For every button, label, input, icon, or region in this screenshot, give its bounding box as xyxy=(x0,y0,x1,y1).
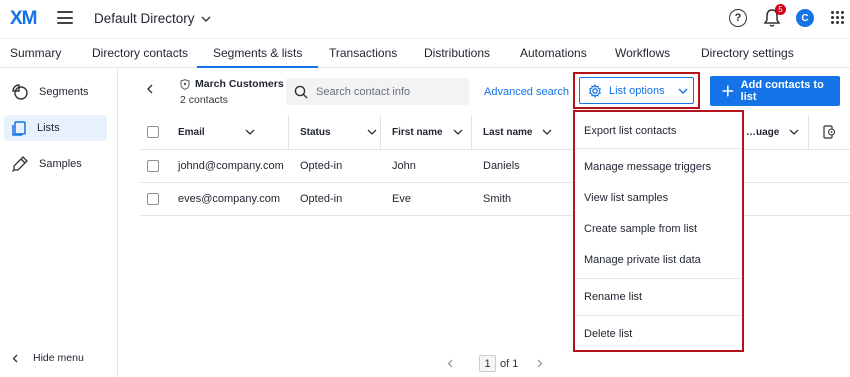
column-header-first-name[interactable]: First name xyxy=(392,115,463,149)
chevron-down-icon xyxy=(367,129,377,135)
xm-logo[interactable]: XM xyxy=(10,8,37,30)
page-number-input[interactable]: 1 xyxy=(479,355,496,372)
column-settings-icon xyxy=(823,125,836,139)
select-all-checkbox[interactable] xyxy=(147,115,159,149)
menu-item-manage-message-triggers[interactable]: Manage message triggers xyxy=(584,161,711,173)
list-options-label: List options xyxy=(609,84,665,97)
menu-divider xyxy=(576,278,741,279)
column-header-last-name[interactable]: Last name xyxy=(483,115,552,149)
gear-icon xyxy=(588,83,602,98)
chevron-down-icon xyxy=(543,129,552,135)
add-contacts-label: Add contacts to list xyxy=(740,79,824,103)
column-divider[interactable] xyxy=(380,115,381,149)
menu-divider xyxy=(576,315,741,316)
chevron-down-icon xyxy=(678,88,688,94)
sidebar-item-label: Lists xyxy=(37,122,60,134)
next-page-icon[interactable] xyxy=(537,359,543,368)
tab-directory-contacts[interactable]: Directory contacts xyxy=(92,46,188,60)
list-options-menu: Export list contacts Manage message trig… xyxy=(576,113,741,349)
hide-menu-label: Hide menu xyxy=(33,352,84,364)
row-checkbox[interactable] xyxy=(147,150,159,182)
tab-segments-lists[interactable]: Segments & lists xyxy=(196,46,319,68)
chevron-down-icon xyxy=(789,129,799,135)
cell-last-name: Daniels xyxy=(483,160,520,172)
column-label: …uage xyxy=(746,126,780,138)
column-header-language[interactable]: …uage xyxy=(746,115,799,149)
menu-item-rename-list[interactable]: Rename list xyxy=(584,291,642,303)
cell-email: johnd@company.com xyxy=(178,160,284,172)
cell-first-name: John xyxy=(392,160,416,172)
search-icon xyxy=(294,85,308,99)
tab-workflows[interactable]: Workflows xyxy=(615,46,670,60)
sidebar-item-samples[interactable]: Samples xyxy=(4,151,107,177)
sidebar-item-label: Segments xyxy=(39,86,89,98)
sidebar-item-segments[interactable]: Segments xyxy=(4,79,107,105)
notification-badge: 5 xyxy=(775,4,786,15)
list-options-button[interactable]: List options xyxy=(579,77,694,104)
add-contacts-button[interactable]: Add contacts to list xyxy=(710,76,840,106)
prev-page-icon[interactable] xyxy=(447,359,453,368)
menu-item-manage-private-list-data[interactable]: Manage private list data xyxy=(584,254,701,266)
menu-item-view-list-samples[interactable]: View list samples xyxy=(584,192,668,204)
cell-status: Opted-in xyxy=(300,193,343,205)
tab-directory-settings[interactable]: Directory settings xyxy=(701,46,794,60)
avatar[interactable]: C xyxy=(796,9,814,27)
lists-icon xyxy=(12,120,26,136)
chevron-left-icon xyxy=(12,354,18,362)
column-divider[interactable] xyxy=(471,115,472,149)
directory-selector[interactable]: Default Directory xyxy=(94,11,211,26)
chevron-down-icon xyxy=(453,129,463,135)
list-options-highlight: List options xyxy=(573,72,700,109)
chevron-down-icon xyxy=(201,16,211,22)
column-label: Status xyxy=(300,126,331,138)
page-total: of 1 xyxy=(500,357,519,370)
tab-distributions[interactable]: Distributions xyxy=(424,46,490,60)
tab-bar: Summary Directory contacts Segments & li… xyxy=(0,38,850,68)
top-bar: XM Default Directory ? 5 C xyxy=(0,0,850,38)
menu-item-create-sample-from-list[interactable]: Create sample from list xyxy=(584,223,697,235)
tab-transactions[interactable]: Transactions xyxy=(329,46,397,60)
column-divider[interactable] xyxy=(288,115,289,149)
plus-icon xyxy=(722,85,734,97)
hamburger-menu-icon[interactable] xyxy=(57,11,73,24)
cell-first-name: Eve xyxy=(392,193,411,205)
cell-email: eves@company.com xyxy=(178,193,281,205)
shield-icon xyxy=(180,78,190,90)
tab-automations[interactable]: Automations xyxy=(520,46,587,60)
directory-name: Default Directory xyxy=(94,11,195,26)
hide-menu-button[interactable]: Hide menu xyxy=(12,352,84,364)
sidebar-item-label: Samples xyxy=(39,158,82,170)
row-checkbox[interactable] xyxy=(147,183,159,215)
help-icon[interactable]: ? xyxy=(729,9,747,27)
cell-status: Opted-in xyxy=(300,160,343,172)
column-visibility-toggle[interactable] xyxy=(823,115,836,149)
column-label: Email xyxy=(178,126,205,138)
pagination: 1 of 1 xyxy=(447,355,543,372)
list-name: March Customers xyxy=(195,78,284,90)
list-title: March Customers xyxy=(180,78,284,90)
samples-icon xyxy=(12,156,28,172)
list-options-menu-highlight: Export list contacts Manage message trig… xyxy=(573,110,744,352)
search-input[interactable] xyxy=(316,85,456,98)
menu-item-export-list-contacts[interactable]: Export list contacts xyxy=(584,125,676,137)
search-box[interactable] xyxy=(286,78,469,105)
cell-last-name: Smith xyxy=(483,193,512,205)
column-header-email[interactable]: Email xyxy=(178,115,255,149)
contact-count: 2 contacts xyxy=(180,94,228,106)
column-divider[interactable] xyxy=(808,115,809,149)
advanced-search-link[interactable]: Advanced search xyxy=(484,86,569,98)
chevron-down-icon xyxy=(245,129,255,135)
segments-icon xyxy=(12,84,28,100)
column-label: First name xyxy=(392,126,443,138)
column-label: Last name xyxy=(483,126,533,138)
app-grid-icon[interactable] xyxy=(831,11,844,24)
column-header-status[interactable]: Status xyxy=(300,115,377,149)
back-arrow-icon[interactable] xyxy=(146,84,154,94)
menu-divider xyxy=(576,148,741,149)
tab-summary[interactable]: Summary xyxy=(10,46,61,60)
sidebar-item-lists[interactable]: Lists xyxy=(4,115,107,141)
menu-item-delete-list[interactable]: Delete list xyxy=(584,328,632,340)
sidebar: Segments Lists Samples Hide menu xyxy=(0,69,118,377)
